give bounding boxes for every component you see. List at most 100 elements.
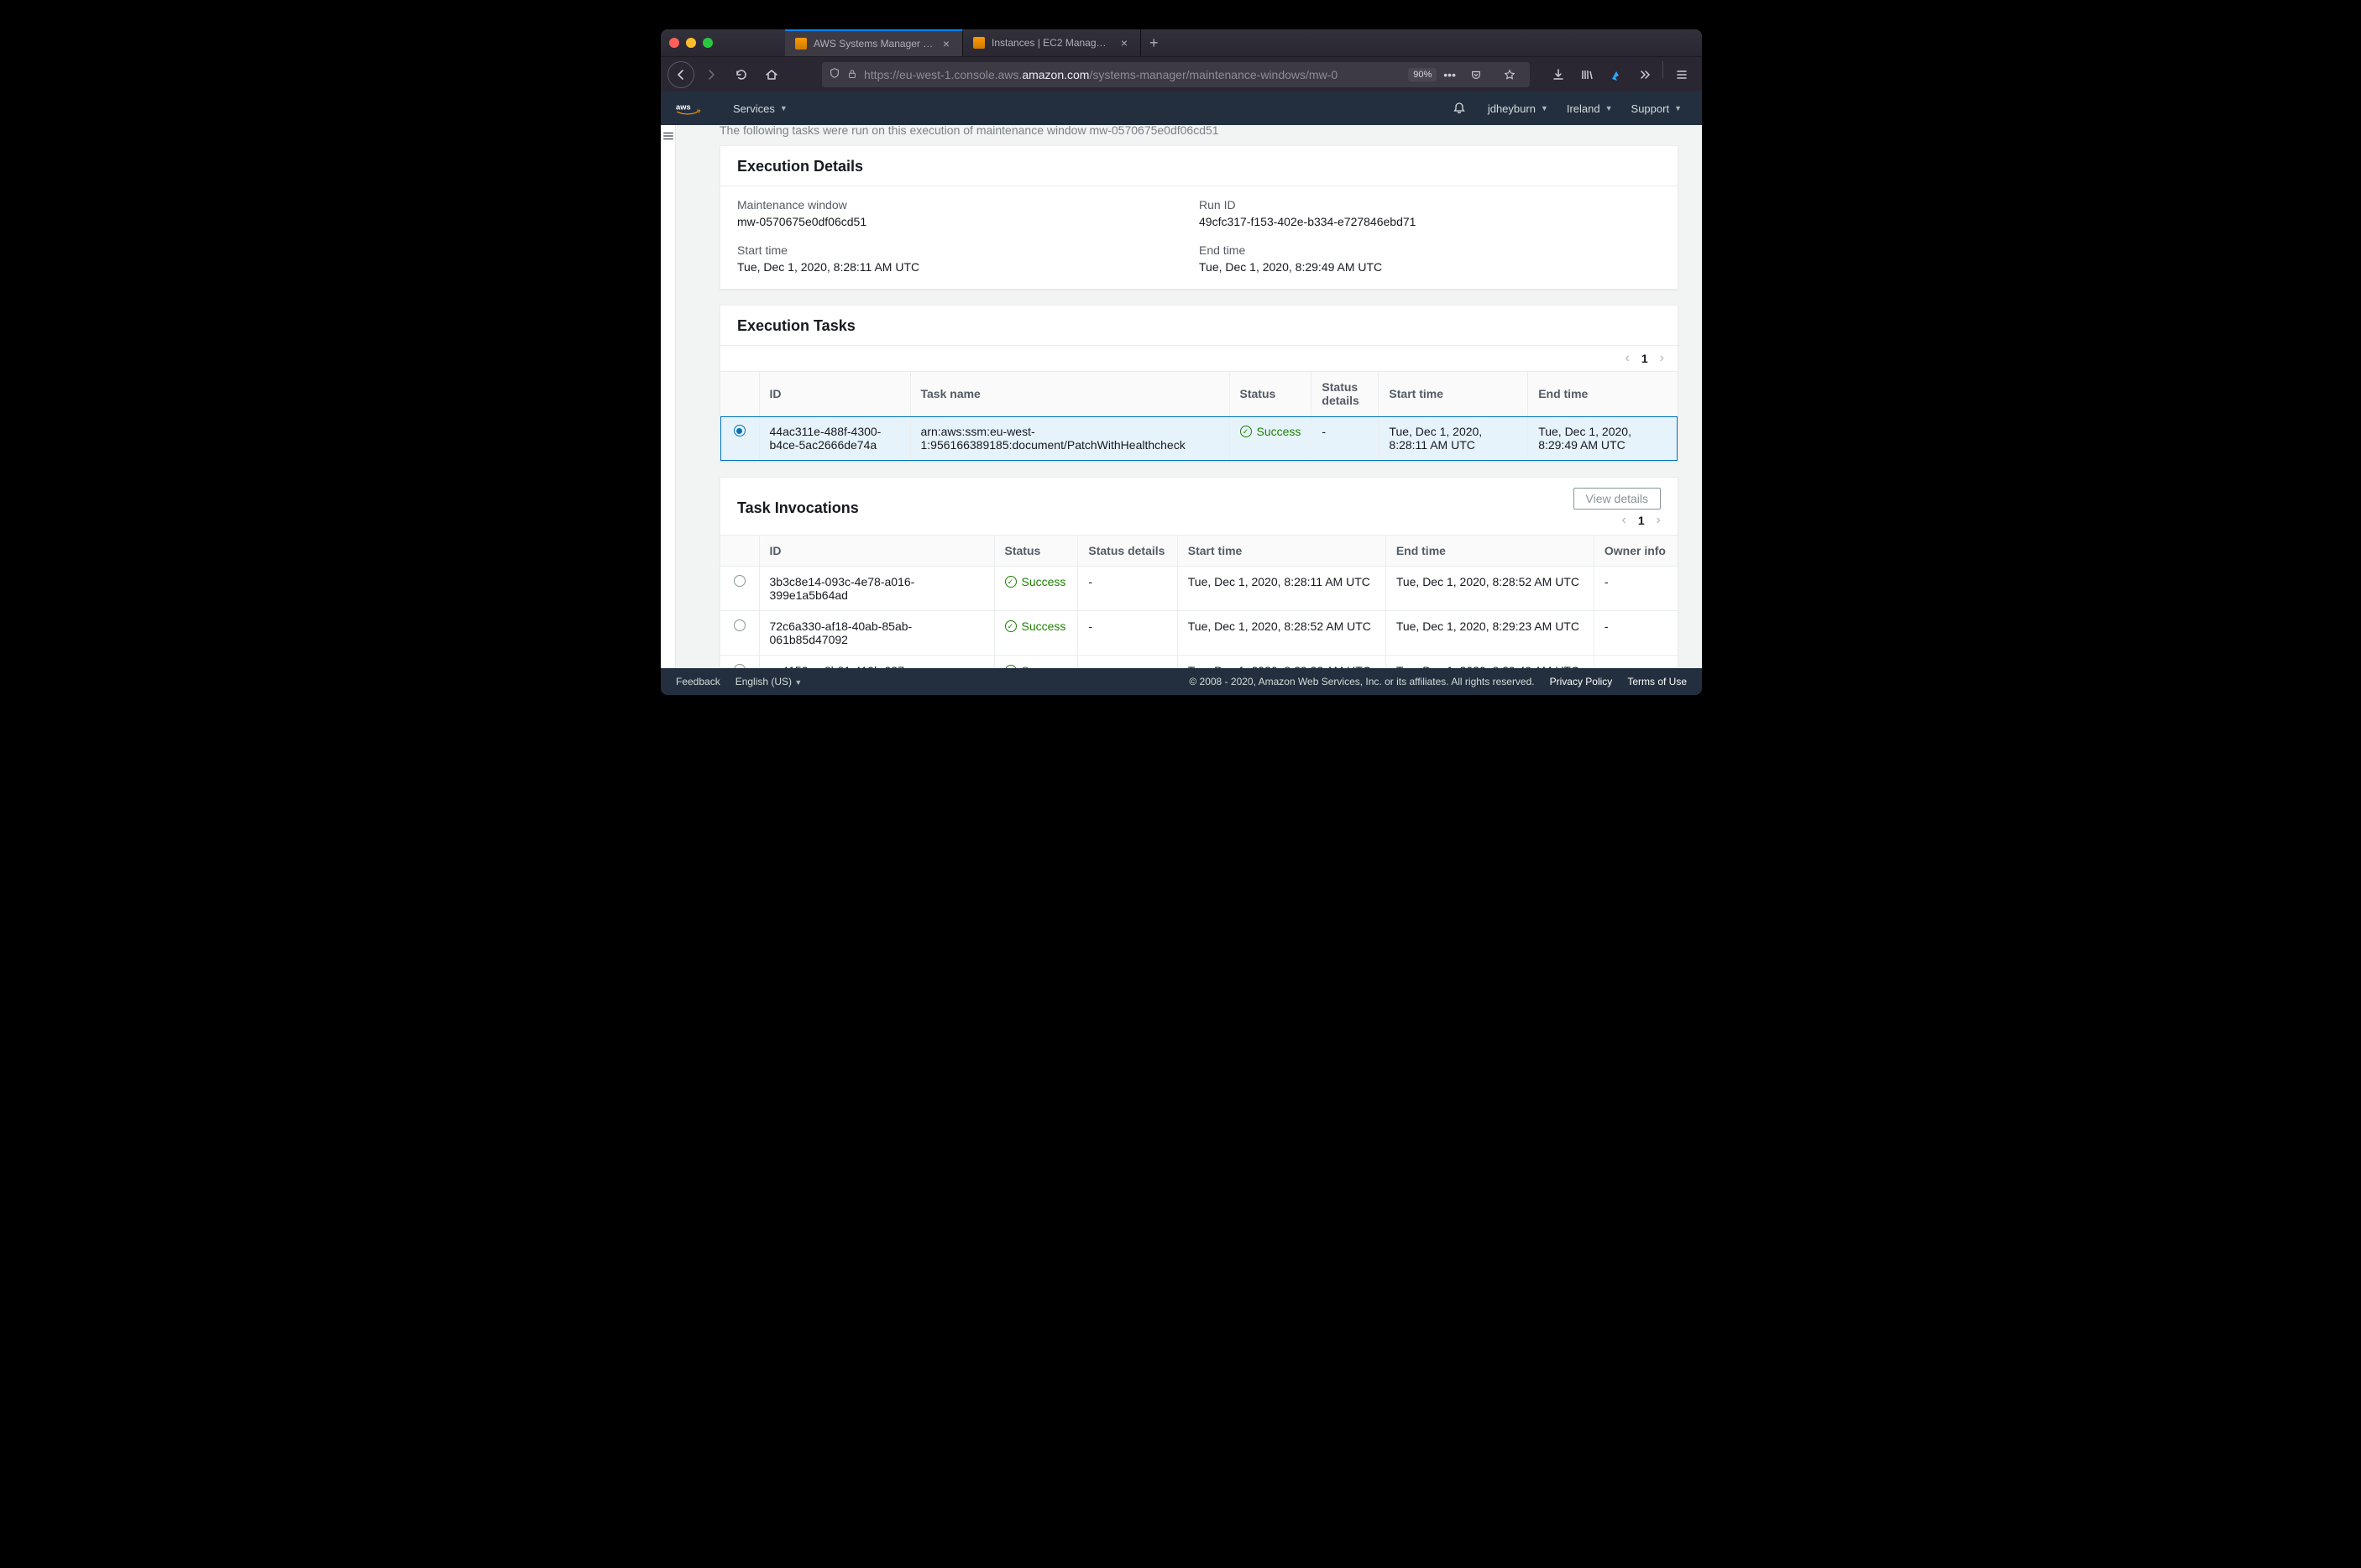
copyright-text: © 2008 - 2020, Amazon Web Services, Inc.… — [1189, 676, 1534, 687]
nav-services[interactable]: Services▼ — [728, 102, 793, 115]
cell-end: Tue, Dec 1, 2020, 8:28:52 AM UTC — [1385, 567, 1594, 611]
downloads-icon[interactable] — [1545, 61, 1572, 88]
page-number: 1 — [1638, 514, 1645, 527]
new-tab-button[interactable]: + — [1141, 29, 1167, 56]
aws-top-nav: aws Services▼ jdheyburn▼ Ireland▼ Suppor… — [661, 91, 1702, 125]
invocations-pager: ‹ 1 › — [1573, 513, 1661, 528]
cell-start: Tue, Dec 1, 2020, 8:28:52 AM UTC — [1177, 611, 1385, 656]
table-row[interactable]: 44ac311e-488f-4300-b4ce-5ac2666de74a arn… — [720, 416, 1678, 461]
aws-logo[interactable]: aws — [676, 101, 709, 116]
chevron-left-icon[interactable]: ‹ — [1625, 351, 1630, 366]
col-end[interactable]: End time — [1528, 372, 1678, 416]
cell-start: Tue, Dec 1, 2020, 8:29:23 AM UTC — [1177, 656, 1385, 669]
col-id[interactable]: ID — [759, 372, 910, 416]
cell-owner: - — [1594, 567, 1678, 611]
close-icon[interactable]: × — [940, 37, 952, 50]
window-maximize-icon[interactable] — [703, 38, 713, 48]
cell-owner: - — [1594, 611, 1678, 656]
bookmark-icon[interactable] — [1496, 61, 1523, 88]
radio-icon[interactable] — [734, 664, 746, 668]
col-start[interactable]: Start time — [1177, 536, 1385, 567]
library-icon[interactable] — [1573, 61, 1600, 88]
close-icon[interactable]: × — [1118, 36, 1130, 50]
col-name[interactable]: Task name — [910, 372, 1229, 416]
home-button[interactable] — [758, 61, 785, 88]
task-invocations-panel: Task Invocations View details ‹ 1 › — [720, 477, 1678, 668]
table-row[interactable]: ac4152ac-8b81-419b-927c-a1e89125c956✓Suc… — [720, 656, 1678, 669]
panel-title: Task Invocations — [737, 499, 859, 517]
nav-notifications[interactable] — [1447, 102, 1471, 115]
col-start[interactable]: Start time — [1379, 372, 1528, 416]
back-button[interactable] — [667, 61, 694, 88]
detail-end-time: End time Tue, Dec 1, 2020, 8:29:49 AM UT… — [1199, 243, 1661, 274]
zoom-level[interactable]: 90% — [1408, 68, 1437, 81]
chevron-right-icon[interactable]: › — [1657, 513, 1661, 528]
col-details[interactable]: Status details — [1311, 372, 1379, 416]
cell-details: - — [1078, 567, 1177, 611]
forward-button[interactable] — [698, 61, 725, 88]
tab-aws-ssm[interactable]: AWS Systems Manager - Mainte × — [785, 29, 963, 56]
hamburger-icon — [662, 130, 674, 142]
col-id[interactable]: ID — [759, 536, 994, 567]
tab-title: Instances | EC2 Management C — [992, 37, 1112, 49]
feedback-link[interactable]: Feedback — [676, 676, 720, 687]
title-bar: AWS Systems Manager - Mainte × Instances… — [661, 29, 1702, 56]
overflow-icon[interactable] — [1631, 61, 1657, 88]
hamburger-icon[interactable] — [1668, 61, 1695, 88]
tab-ec2[interactable]: Instances | EC2 Management C × — [963, 29, 1141, 56]
cell-status: ✓Success — [994, 656, 1078, 669]
col-details[interactable]: Status details — [1078, 536, 1177, 567]
chevron-left-icon[interactable]: ‹ — [1622, 513, 1626, 528]
chevron-right-icon[interactable]: › — [1660, 351, 1664, 366]
window-minimize-icon[interactable] — [686, 38, 696, 48]
aws-footer: Feedback English (US) ▼ © 2008 - 2020, A… — [661, 668, 1702, 695]
terms-link[interactable]: Terms of Use — [1627, 676, 1687, 687]
shield-icon[interactable] — [829, 67, 840, 81]
bell-icon — [1453, 102, 1466, 115]
url-bar[interactable]: https://eu-west-1.console.aws.amazon.com… — [822, 62, 1530, 87]
lock-icon[interactable] — [847, 68, 857, 81]
table-row[interactable]: 72c6a330-af18-40ab-85ab-061b85d47092✓Suc… — [720, 611, 1678, 656]
language-selector[interactable]: English (US) ▼ — [736, 676, 803, 687]
sidebar-toggle[interactable] — [661, 125, 676, 668]
cell-id: 3b3c8e14-093c-4e78-a016-399e1a5b64ad — [759, 567, 994, 611]
check-circle-icon: ✓ — [1240, 426, 1252, 437]
nav-region[interactable]: Ireland▼ — [1562, 102, 1618, 115]
intro-text: The following tasks were run on this exe… — [720, 125, 1678, 145]
page-number: 1 — [1641, 352, 1648, 365]
window-close-icon[interactable] — [669, 38, 679, 48]
col-status[interactable]: Status — [1229, 372, 1311, 416]
detail-maintenance-window: Maintenance window mw-0570675e0df06cd51 — [737, 198, 1199, 228]
cell-end: Tue, Dec 1, 2020, 8:29:49 AM UTC — [1385, 656, 1594, 669]
aws-favicon-icon — [973, 37, 985, 49]
nav-user[interactable]: jdheyburn▼ — [1483, 102, 1553, 115]
svg-text:aws: aws — [676, 102, 691, 111]
radio-icon[interactable] — [734, 425, 746, 436]
table-row[interactable]: 3b3c8e14-093c-4e78-a016-399e1a5b64ad✓Suc… — [720, 567, 1678, 611]
browser-window: AWS Systems Manager - Mainte × Instances… — [661, 29, 1702, 695]
pocket-icon[interactable] — [1463, 61, 1489, 88]
more-icon[interactable]: ••• — [1443, 61, 1456, 88]
url-text: https://eu-west-1.console.aws.amazon.com… — [864, 68, 1401, 81]
cell-status: ✓Success — [1229, 416, 1311, 461]
tab-title: AWS Systems Manager - Mainte — [814, 38, 934, 50]
col-end[interactable]: End time — [1385, 536, 1594, 567]
tasks-pager: ‹ 1 › — [1625, 351, 1664, 366]
cell-details: - — [1078, 611, 1177, 656]
col-status[interactable]: Status — [994, 536, 1078, 567]
reload-button[interactable] — [728, 61, 755, 88]
nav-support[interactable]: Support▼ — [1626, 102, 1687, 115]
cell-id: ac4152ac-8b81-419b-927c-a1e89125c956 — [759, 656, 994, 669]
extension-icon[interactable] — [1602, 61, 1629, 88]
view-details-button[interactable]: View details — [1573, 488, 1661, 510]
radio-icon[interactable] — [734, 619, 746, 631]
check-circle-icon: ✓ — [1005, 620, 1017, 632]
execution-details-panel: Execution Details Maintenance window mw-… — [720, 145, 1678, 290]
col-owner[interactable]: Owner info — [1594, 536, 1678, 567]
check-circle-icon: ✓ — [1005, 576, 1017, 588]
check-circle-icon: ✓ — [1005, 665, 1017, 668]
privacy-link[interactable]: Privacy Policy — [1550, 676, 1613, 687]
tab-strip: AWS Systems Manager - Mainte × Instances… — [785, 29, 1167, 56]
cell-end: Tue, Dec 1, 2020, 8:29:49 AM UTC — [1528, 416, 1678, 461]
radio-icon[interactable] — [734, 575, 746, 587]
